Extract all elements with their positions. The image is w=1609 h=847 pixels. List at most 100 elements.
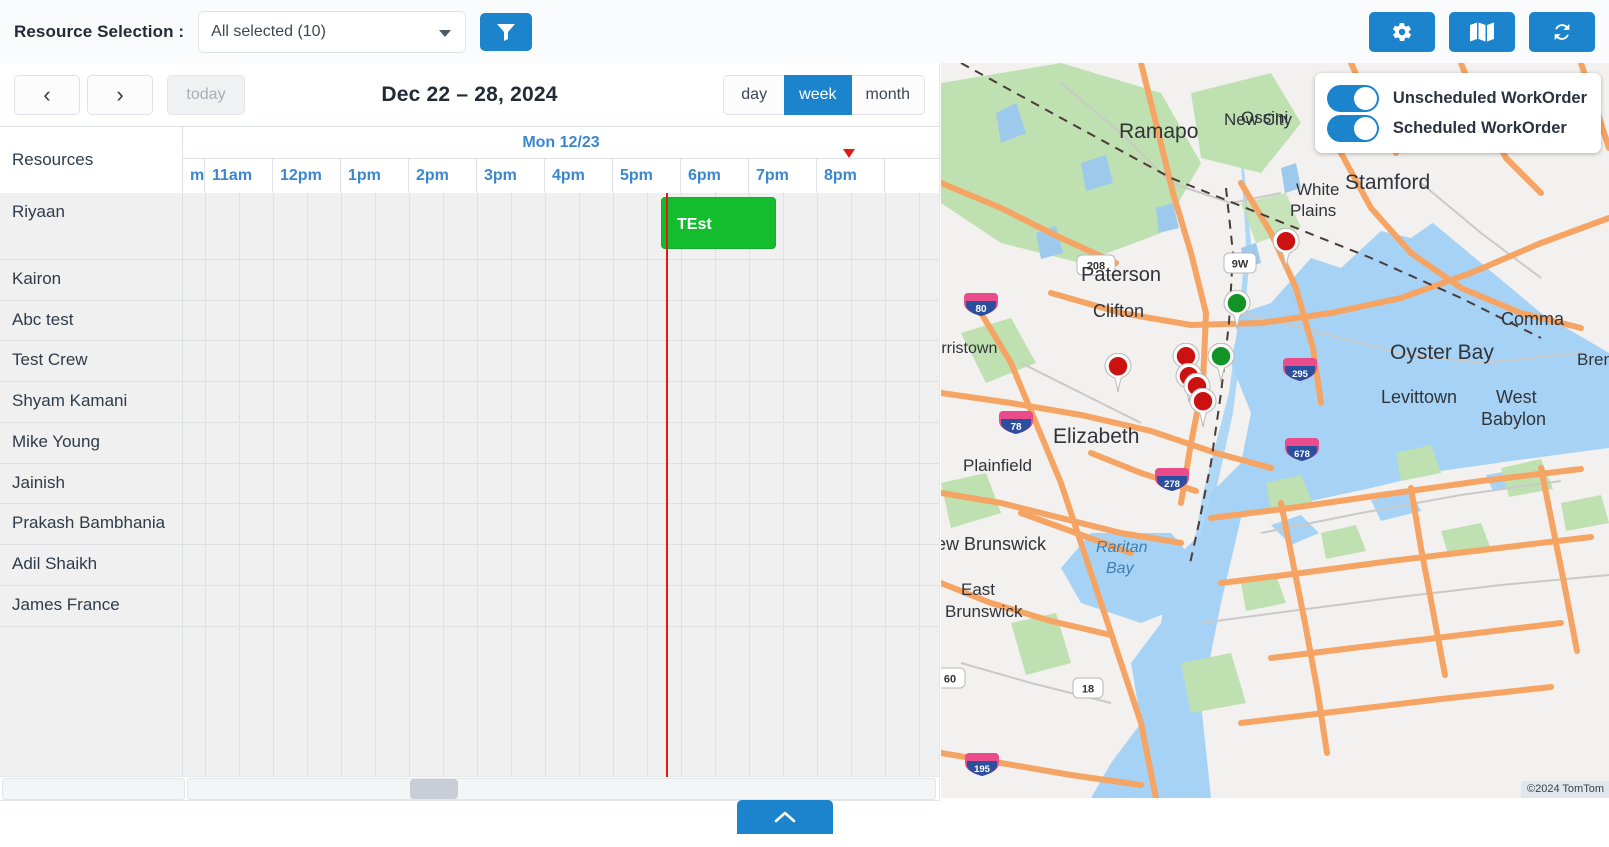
- map-panel[interactable]: 208 9W 80 295 78 678 278 18 60 195 Ramap…: [941, 63, 1609, 798]
- view-day-button[interactable]: day: [723, 74, 786, 115]
- half-hour-gridline: [239, 193, 240, 777]
- grid-row[interactable]: [183, 382, 939, 423]
- svg-text:Comma: Comma: [1501, 309, 1565, 329]
- filter-funnel-icon: [497, 23, 516, 41]
- half-hour-gridline: [511, 193, 512, 777]
- today-button[interactable]: today: [167, 74, 245, 115]
- resource-row[interactable]: Shyam Kamani: [0, 382, 182, 423]
- main-area: ‹ › today Dec 22 – 28, 2024 day week mon…: [0, 63, 1609, 847]
- half-hour-gridline: [919, 193, 920, 777]
- svg-text:ew Brunswick: ew Brunswick: [941, 534, 1047, 554]
- resource-row[interactable]: Kairon: [0, 260, 182, 301]
- grid-row[interactable]: [183, 586, 939, 627]
- next-period-button[interactable]: ›: [87, 74, 153, 115]
- svg-text:Ramapo: Ramapo: [1119, 120, 1198, 143]
- resource-row[interactable]: Jainish: [0, 464, 182, 504]
- resource-row[interactable]: Abc test: [0, 301, 182, 341]
- grid-row[interactable]: [183, 464, 939, 504]
- svg-text:18: 18: [1082, 684, 1094, 696]
- hour-gridline: [477, 193, 478, 777]
- hour-gridline: [341, 193, 342, 777]
- grid-row[interactable]: [183, 193, 939, 260]
- day-header: Mon 12/23: [183, 127, 939, 159]
- grid-row[interactable]: [183, 301, 939, 341]
- map-marker-scheduled[interactable]: [1222, 290, 1252, 330]
- hour-label-8: 6pm: [681, 159, 749, 193]
- calendar-event[interactable]: TEst: [661, 197, 776, 249]
- map-marker-unscheduled[interactable]: [1271, 228, 1301, 268]
- toggle-row-scheduled[interactable]: Scheduled WorkOrder: [1326, 113, 1587, 143]
- svg-text:Oyster Bay: Oyster Bay: [1390, 341, 1494, 364]
- calendar-event-title: TEst: [677, 216, 712, 233]
- svg-text:Bay: Bay: [1106, 560, 1135, 577]
- resource-row[interactable]: James France: [0, 586, 182, 627]
- hour-label-3: 1pm: [341, 159, 409, 193]
- svg-text:9W: 9W: [1232, 259, 1249, 271]
- grid-row[interactable]: [183, 341, 939, 382]
- calendar-nav-group: ‹ › today: [14, 74, 245, 115]
- grid-row[interactable]: [183, 260, 939, 301]
- resource-name: Adil Shaikh: [12, 554, 98, 573]
- settings-button[interactable]: [1369, 11, 1435, 52]
- toggle-knob: [1353, 116, 1377, 140]
- resource-row[interactable]: Riyaan: [0, 193, 182, 260]
- scheduled-workorder-toggle[interactable]: [1326, 114, 1379, 142]
- calendar-body: Riyaan Kairon Abc test Test Crew Shyam Kaman…: [0, 193, 939, 777]
- resource-row[interactable]: Test Crew: [0, 341, 182, 382]
- toggle-knob: [1353, 86, 1377, 110]
- resources-column: Riyaan Kairon Abc test Test Crew Shyam Kaman…: [0, 193, 183, 777]
- grid-row[interactable]: [183, 545, 939, 586]
- scrollbar-thumb[interactable]: [410, 779, 458, 799]
- svg-text:East: East: [961, 580, 995, 599]
- horizontal-scroll-area: [0, 776, 938, 800]
- resource-name: Prakash Bambhania: [12, 513, 166, 532]
- svg-text:Stamford: Stamford: [1345, 171, 1430, 194]
- current-time-arrow-icon: [843, 149, 855, 158]
- half-hour-gridline: [579, 193, 580, 777]
- resource-name: Kairon: [12, 269, 62, 288]
- collapse-panel-button[interactable]: [737, 800, 833, 834]
- calendar-panel: ‹ › today Dec 22 – 28, 2024 day week mon…: [0, 63, 940, 801]
- resource-name: Test Crew: [12, 350, 88, 369]
- view-week-button[interactable]: week: [784, 74, 852, 115]
- svg-text:60: 60: [944, 674, 956, 686]
- resource-row[interactable]: Prakash Bambhania: [0, 504, 182, 545]
- resource-name: Riyaan: [12, 202, 65, 221]
- svg-text:78: 78: [1010, 422, 1022, 433]
- svg-text:Plains: Plains: [1290, 201, 1336, 220]
- day-header-label: Mon 12/23: [522, 133, 600, 151]
- timeline-scrollbar[interactable]: [187, 778, 936, 800]
- resources-column-header: Resources: [0, 127, 183, 193]
- map-marker-unscheduled[interactable]: [1103, 353, 1133, 393]
- resource-select[interactable]: All selected (10): [198, 10, 467, 53]
- map-layer-toggles: Unscheduled WorkOrder Scheduled WorkOrde…: [1314, 73, 1601, 153]
- half-hour-gridline: [375, 193, 376, 777]
- map-marker-unscheduled[interactable]: [1188, 388, 1218, 428]
- prev-period-button[interactable]: ‹: [14, 74, 80, 115]
- hour-label-6: 4pm: [545, 159, 613, 193]
- current-time-indicator: [666, 193, 668, 777]
- resource-row[interactable]: Mike Young: [0, 423, 182, 464]
- svg-text:Paterson: Paterson: [1081, 264, 1161, 286]
- toggle-row-unscheduled[interactable]: Unscheduled WorkOrder: [1326, 83, 1587, 113]
- map-pin-icon: [1104, 353, 1132, 393]
- map-icon: [1470, 22, 1494, 41]
- resource-row[interactable]: Adil Shaikh: [0, 545, 182, 586]
- hour-label-2: 12pm: [273, 159, 341, 193]
- grid-row[interactable]: [183, 423, 939, 464]
- svg-text:Clifton: Clifton: [1093, 301, 1144, 321]
- schedule-grid[interactable]: TEst: [183, 193, 939, 777]
- resources-scrollbar[interactable]: [2, 778, 185, 800]
- map-button[interactable]: [1449, 11, 1515, 52]
- hour-label-1: 11am: [205, 159, 273, 193]
- map-attribution: ©2024 TomTom: [1521, 781, 1609, 798]
- unscheduled-workorder-toggle[interactable]: [1326, 84, 1379, 112]
- refresh-button[interactable]: [1529, 11, 1595, 52]
- map-pin-icon: [1189, 388, 1217, 428]
- view-month-button[interactable]: month: [850, 74, 925, 115]
- resource-name: James France: [12, 595, 120, 614]
- svg-text:278: 278: [1164, 479, 1180, 490]
- filter-button[interactable]: [480, 12, 533, 51]
- svg-text:Babylon: Babylon: [1481, 409, 1546, 429]
- grid-row[interactable]: [183, 504, 939, 545]
